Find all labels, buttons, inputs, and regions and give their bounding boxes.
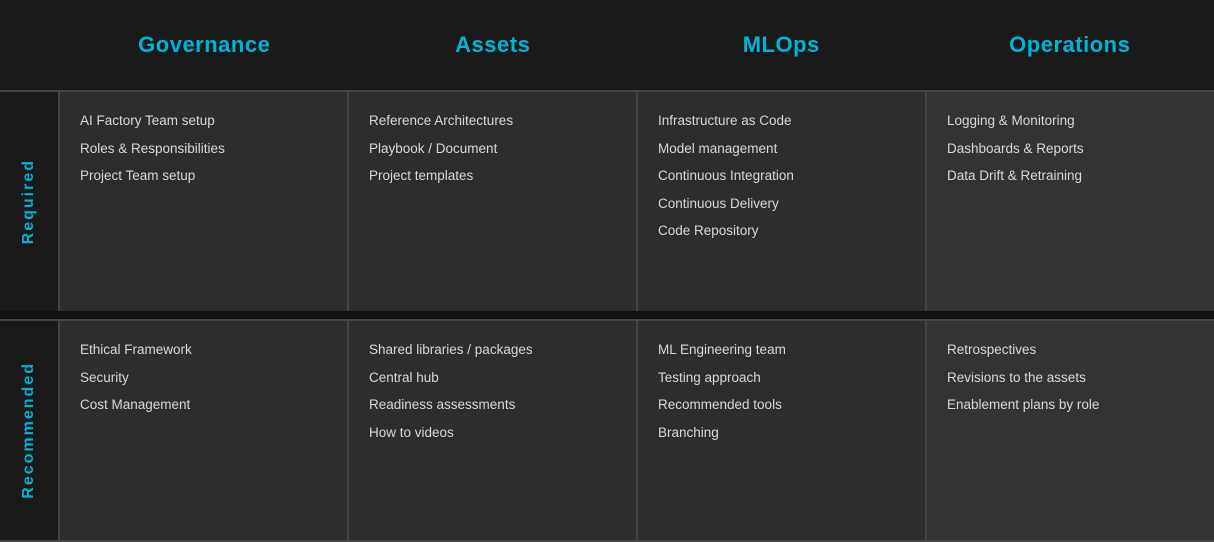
recommended-row: Recommended Ethical Framework Security C… — [0, 319, 1214, 542]
required-content-cols: AI Factory Team setup Roles & Responsibi… — [60, 92, 1214, 311]
list-item: Ethical Framework — [80, 339, 327, 361]
list-item: Cost Management — [80, 394, 327, 416]
list-item: AI Factory Team setup — [80, 110, 327, 132]
header-governance: Governance — [60, 32, 349, 58]
recommended-content-cols: Ethical Framework Security Cost Manageme… — [60, 321, 1214, 540]
list-item: Readiness assessments — [369, 394, 616, 416]
recommended-governance-cell: Ethical Framework Security Cost Manageme… — [60, 321, 349, 540]
list-item: Central hub — [369, 367, 616, 389]
section-separator — [0, 311, 1214, 319]
list-item: Revisions to the assets — [947, 367, 1194, 389]
header-assets: Assets — [349, 32, 638, 58]
required-label-col: Required — [0, 92, 60, 311]
list-item: Project Team setup — [80, 165, 327, 187]
grid-area: Required AI Factory Team setup Roles & R… — [0, 90, 1214, 542]
required-mlops-cell: Infrastructure as Code Model management … — [638, 92, 927, 311]
list-item: Playbook / Document — [369, 138, 616, 160]
list-item: Continuous Delivery — [658, 193, 905, 215]
list-item: How to videos — [369, 422, 616, 444]
list-item: Infrastructure as Code — [658, 110, 905, 132]
header-mlops: MLOps — [637, 32, 926, 58]
list-item: Code Repository — [658, 220, 905, 242]
required-row: Required AI Factory Team setup Roles & R… — [0, 90, 1214, 311]
list-item: Model management — [658, 138, 905, 160]
required-label: Required — [20, 159, 38, 244]
header-row: Governance Assets MLOps Operations — [0, 0, 1214, 90]
required-operations-cell: Logging & Monitoring Dashboards & Report… — [927, 92, 1214, 311]
recommended-mlops-cell: ML Engineering team Testing approach Rec… — [638, 321, 927, 540]
list-item: Testing approach — [658, 367, 905, 389]
list-item: Enablement plans by role — [947, 394, 1194, 416]
recommended-assets-cell: Shared libraries / packages Central hub … — [349, 321, 638, 540]
list-item: Branching — [658, 422, 905, 444]
list-item: Dashboards & Reports — [947, 138, 1194, 160]
list-item: Roles & Responsibilities — [80, 138, 327, 160]
list-item: Data Drift & Retraining — [947, 165, 1194, 187]
required-governance-cell: AI Factory Team setup Roles & Responsibi… — [60, 92, 349, 311]
recommended-operations-cell: Retrospectives Revisions to the assets E… — [927, 321, 1214, 540]
recommended-label-col: Recommended — [0, 321, 60, 540]
required-assets-cell: Reference Architectures Playbook / Docum… — [349, 92, 638, 311]
list-item: Recommended tools — [658, 394, 905, 416]
list-item: Reference Architectures — [369, 110, 616, 132]
list-item: Shared libraries / packages — [369, 339, 616, 361]
list-item: Project templates — [369, 165, 616, 187]
list-item: Security — [80, 367, 327, 389]
main-container: Governance Assets MLOps Operations Requi… — [0, 0, 1214, 542]
recommended-label: Recommended — [20, 362, 38, 499]
list-item: Retrospectives — [947, 339, 1194, 361]
list-item: Logging & Monitoring — [947, 110, 1194, 132]
header-operations: Operations — [926, 32, 1214, 58]
list-item: Continuous Integration — [658, 165, 905, 187]
list-item: ML Engineering team — [658, 339, 905, 361]
